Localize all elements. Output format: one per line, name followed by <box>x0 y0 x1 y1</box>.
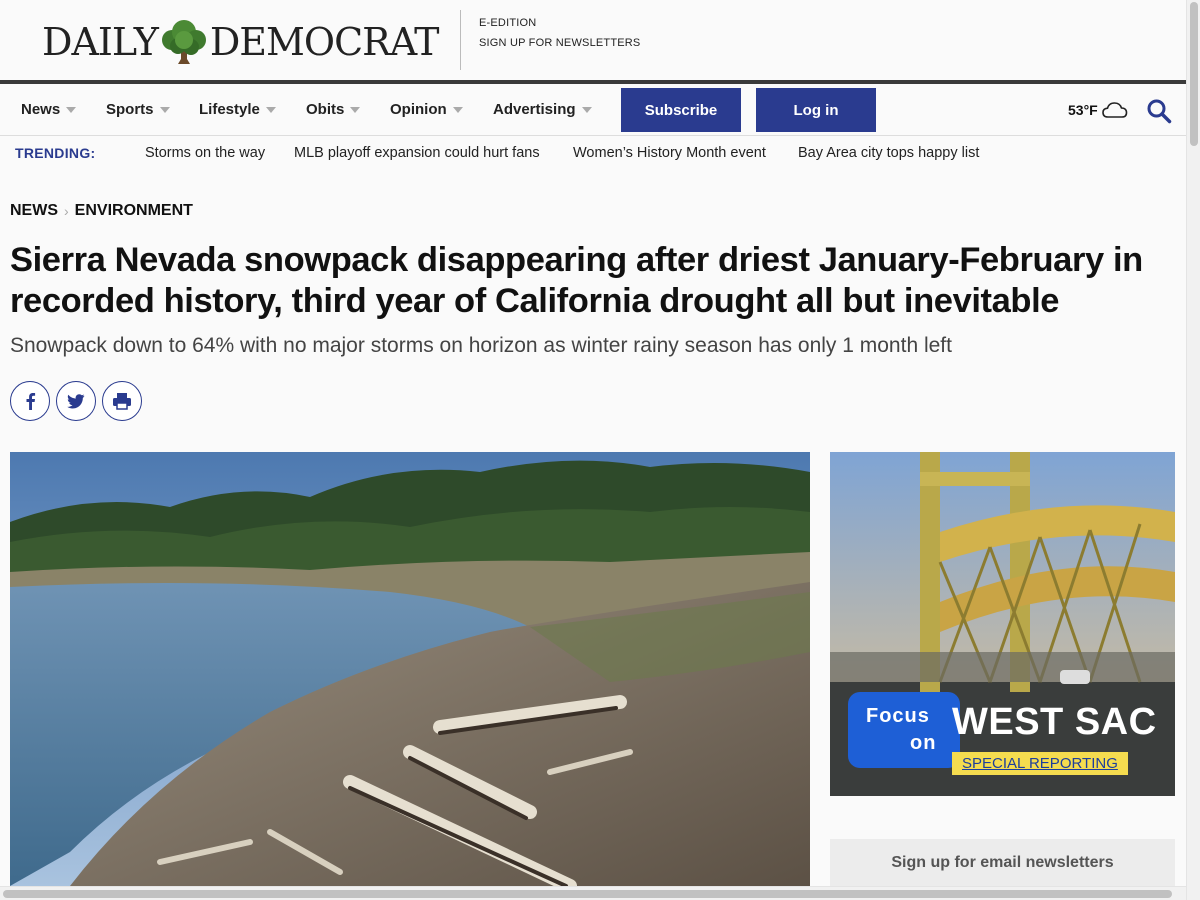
print-icon <box>113 393 131 410</box>
nav-item-opinion[interactable]: Opinion <box>390 101 463 118</box>
twitter-share-button[interactable] <box>56 381 96 421</box>
main-nav: News Sports Lifestyle Obits Opinion Adve… <box>0 84 1186 136</box>
breadcrumb-environment[interactable]: ENVIRONMENT <box>75 202 193 220</box>
trending-link[interactable]: Storms on the way <box>145 145 265 161</box>
chevron-down-icon <box>159 106 170 113</box>
subscribe-button[interactable]: Subscribe <box>621 88 741 132</box>
page: DAILY DEMOCRAT E-EDITION SIGN UP FOR NEW… <box>0 0 1200 900</box>
breadcrumb-news[interactable]: NEWS <box>10 202 58 220</box>
scrollbar-thumb[interactable] <box>3 890 1172 898</box>
nav-item-lifestyle[interactable]: Lifestyle <box>199 101 276 118</box>
ad-on-label: on <box>910 732 937 754</box>
nav-item-obits[interactable]: Obits <box>306 101 361 118</box>
ad-special-reporting-link[interactable]: SPECIAL REPORTING <box>952 752 1128 775</box>
twitter-icon <box>67 393 85 408</box>
chevron-down-icon <box>452 106 463 113</box>
site-logo[interactable]: DAILY DEMOCRAT <box>42 18 440 66</box>
breadcrumb: NEWS › ENVIRONMENT <box>10 202 193 220</box>
search-icon[interactable] <box>1146 98 1172 124</box>
sidebar-ad[interactable]: Focus on WEST SAC SPECIAL REPORTING <box>830 452 1175 796</box>
bridge-ad-image <box>830 452 1175 796</box>
nav-item-label: Obits <box>306 101 345 118</box>
weather-widget[interactable]: 53°F <box>1068 100 1129 120</box>
tree-logo-icon <box>161 20 206 64</box>
nav-item-sports[interactable]: Sports <box>106 101 170 118</box>
trending-label: TRENDING: <box>15 145 96 161</box>
article-headline: Sierra Nevada snowpack disappearing afte… <box>10 241 1143 320</box>
weather-temp: 53°F <box>1068 102 1098 118</box>
nav-item-label: Opinion <box>390 101 447 118</box>
newsletter-signup-link[interactable]: SIGN UP FOR NEWSLETTERS <box>479 33 640 53</box>
nav-item-label: Advertising <box>493 101 576 118</box>
login-button[interactable]: Log in <box>756 88 876 132</box>
facebook-icon <box>26 393 36 410</box>
header-divider <box>460 10 461 70</box>
e-edition-link[interactable]: E-EDITION <box>479 13 640 33</box>
article-lead-photo[interactable] <box>10 452 810 886</box>
chevron-down-icon <box>350 106 361 113</box>
trending-link[interactable]: MLB playoff expansion could hurt fans <box>294 145 540 161</box>
chevron-down-icon <box>66 106 77 113</box>
vertical-scrollbar[interactable] <box>1186 0 1200 900</box>
nav-item-label: Lifestyle <box>199 101 260 118</box>
nav-item-advertising[interactable]: Advertising <box>493 101 592 118</box>
chevron-right-icon: › <box>64 203 69 219</box>
ad-title: WEST SAC <box>952 701 1157 743</box>
trending-bar: TRENDING: Storms on the way MLB playoff … <box>0 137 1186 169</box>
trending-link[interactable]: Women’s History Month event <box>573 145 766 161</box>
nav-item-news[interactable]: News <box>21 101 77 118</box>
header-links: E-EDITION SIGN UP FOR NEWSLETTERS <box>479 13 640 53</box>
newsletter-signup-box[interactable]: Sign up for email newsletters <box>830 839 1175 887</box>
cloud-icon <box>1101 102 1128 118</box>
masthead: DAILY DEMOCRAT E-EDITION SIGN UP FOR NEW… <box>0 0 1186 80</box>
chevron-down-icon <box>581 106 592 113</box>
logo-text-left: DAILY <box>42 20 159 64</box>
horizontal-scrollbar[interactable] <box>0 886 1186 900</box>
nav-item-label: News <box>21 101 61 118</box>
ad-focus-label: Focus <box>866 705 930 727</box>
chevron-down-icon <box>265 106 276 113</box>
facebook-share-button[interactable] <box>10 381 50 421</box>
logo-text-right: DEMOCRAT <box>209 20 440 64</box>
trending-link[interactable]: Bay Area city tops happy list <box>798 145 979 161</box>
print-button[interactable] <box>102 381 142 421</box>
article-subhead: Snowpack down to 64% with no major storm… <box>10 334 952 357</box>
nav-item-label: Sports <box>106 101 154 118</box>
scrollbar-thumb[interactable] <box>1190 2 1198 146</box>
